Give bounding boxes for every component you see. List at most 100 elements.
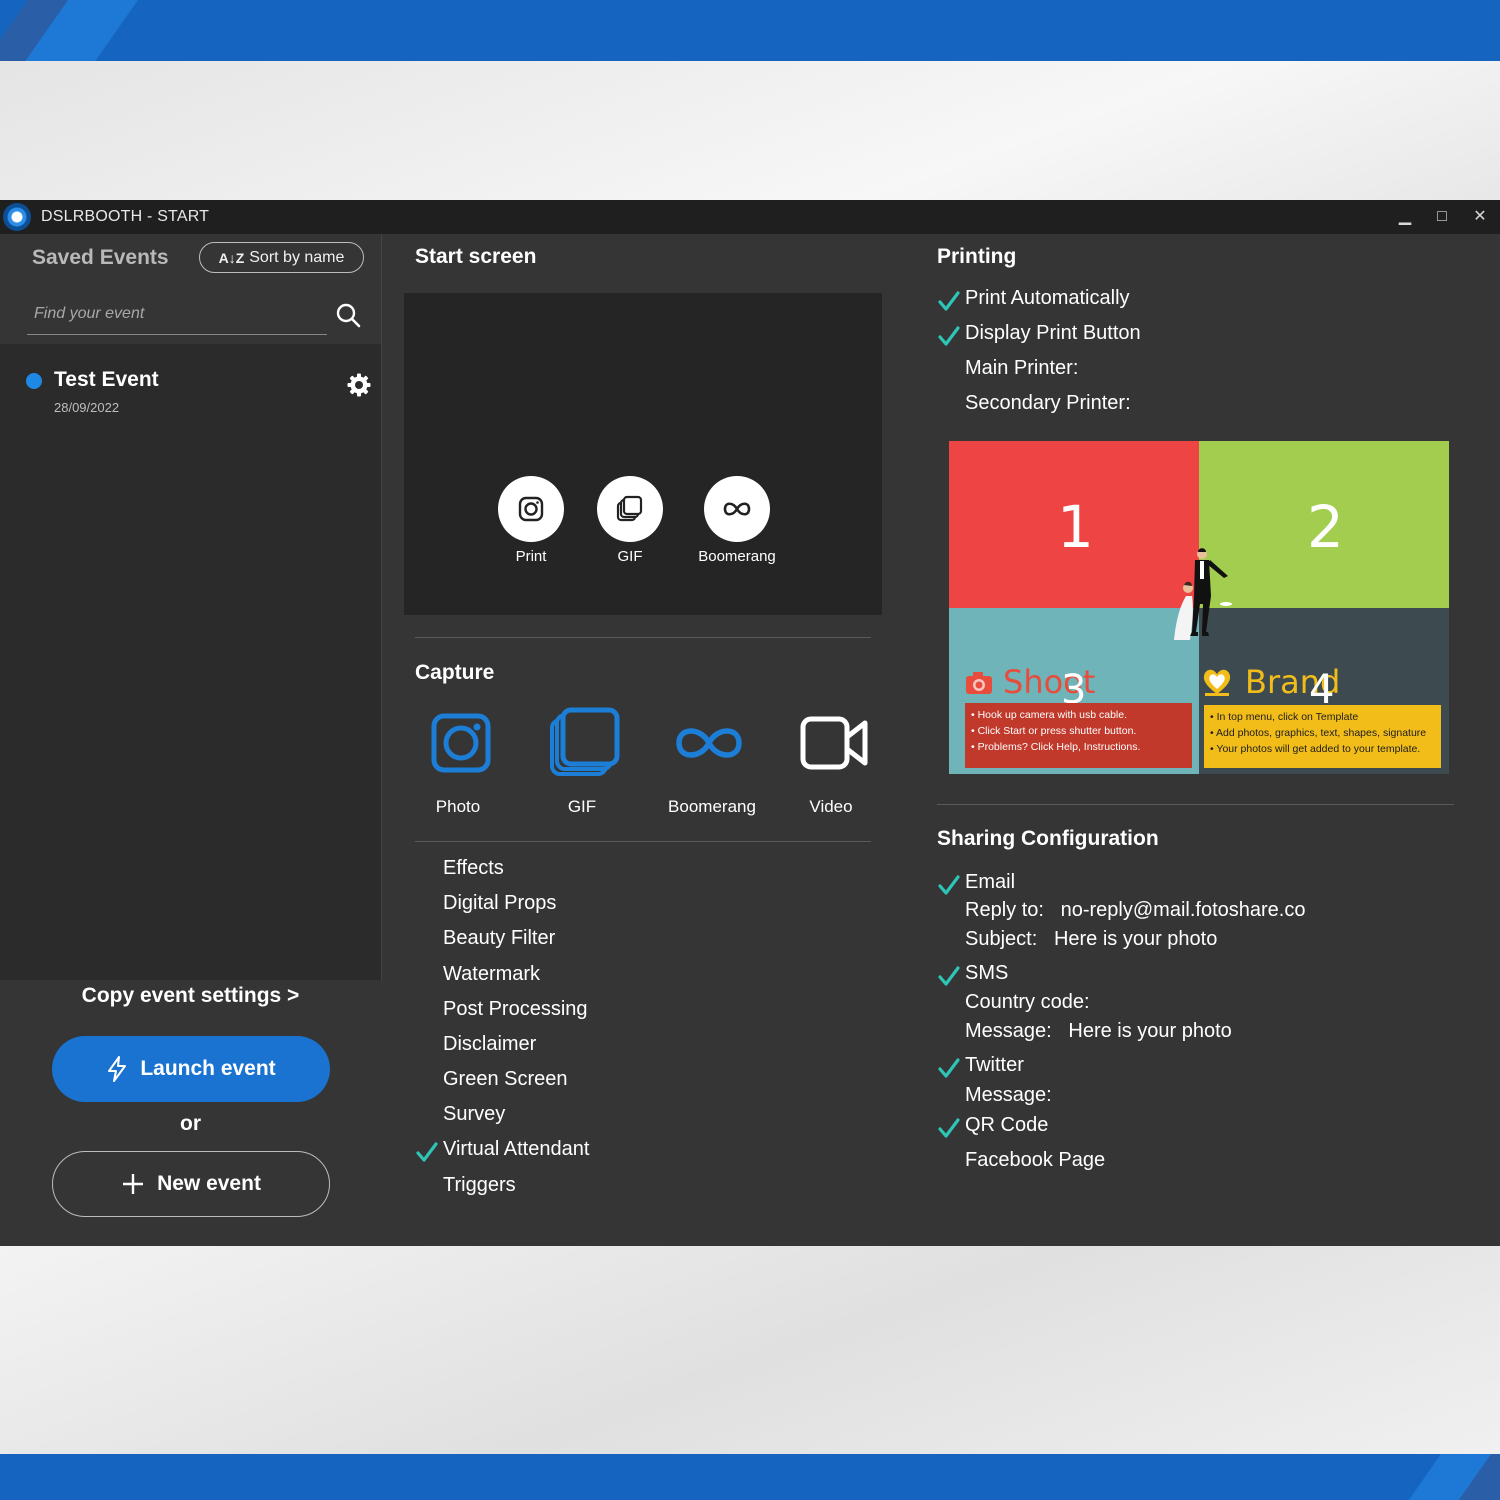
event-name[interactable]: Test Event bbox=[54, 368, 159, 392]
note-line: • Click Start or press shutter button. bbox=[971, 725, 1137, 737]
note-line: • In top menu, click on Template bbox=[1210, 711, 1359, 723]
heart-icon bbox=[1203, 669, 1231, 696]
subject-value: Here is your photo bbox=[1053, 928, 1218, 950]
minimize-button[interactable]: ▁ bbox=[1391, 205, 1419, 229]
check-icon bbox=[938, 875, 960, 895]
new-event-label: New event bbox=[157, 1172, 261, 1195]
event-search-box bbox=[27, 294, 327, 335]
sms-message-value: Here is your photo bbox=[1068, 1020, 1232, 1042]
note-text: Problems? Click Help, Instructions. bbox=[977, 741, 1141, 753]
start-screen-heading: Start screen bbox=[415, 245, 537, 268]
check-icon bbox=[938, 1058, 960, 1078]
capture-boomerang-icon[interactable] bbox=[673, 707, 745, 779]
capture-video-icon[interactable] bbox=[798, 707, 870, 779]
camera-icon bbox=[966, 672, 992, 694]
check-icon bbox=[938, 326, 960, 346]
option-survey[interactable]: Survey bbox=[443, 1103, 505, 1126]
note-text: Hook up camera with usb cable. bbox=[977, 709, 1128, 721]
infinity-icon bbox=[723, 502, 751, 516]
launch-event-button[interactable]: Launch event bbox=[52, 1036, 330, 1102]
plus-icon bbox=[123, 1174, 144, 1194]
sort-az-icon: A↓Z bbox=[218, 249, 245, 266]
app-logo-icon bbox=[3, 203, 31, 231]
section-divider bbox=[415, 637, 871, 638]
display-print-button-option[interactable]: Display Print Button bbox=[965, 322, 1141, 345]
note-line: • Hook up camera with usb cable. bbox=[971, 709, 1128, 721]
new-event-button[interactable]: New event bbox=[52, 1151, 330, 1217]
capture-photo-icon[interactable] bbox=[425, 707, 497, 779]
email-option[interactable]: Email bbox=[965, 871, 1015, 894]
option-digital-props[interactable]: Digital Props bbox=[443, 892, 556, 915]
or-separator: or bbox=[180, 1112, 201, 1135]
camera-icon bbox=[518, 496, 544, 522]
event-date: 28/09/2022 bbox=[54, 400, 120, 415]
check-icon bbox=[938, 291, 960, 311]
start-screen-preview[interactable]: Print GIF Boomerang bbox=[404, 293, 882, 615]
reply-to-row: Reply to: no-reply@mail.fotoshare.co bbox=[965, 899, 1305, 922]
subject-row: Subject: Here is your photo bbox=[965, 928, 1217, 951]
note-text: Click Start or press shutter button. bbox=[977, 725, 1137, 737]
printing-heading: Printing bbox=[937, 245, 1017, 268]
option-virtual-attendant[interactable]: Virtual Attendant bbox=[443, 1138, 589, 1161]
close-button[interactable]: ✕ bbox=[1466, 205, 1494, 229]
qr-code-option[interactable]: QR Code bbox=[965, 1114, 1048, 1137]
sms-message-row: Message: Here is your photo bbox=[965, 1020, 1232, 1043]
section-divider bbox=[415, 841, 871, 842]
start-gif-button[interactable] bbox=[597, 476, 663, 542]
reply-to-value: no-reply@mail.fotoshare.co bbox=[1060, 899, 1306, 921]
facebook-page-option[interactable]: Facebook Page bbox=[965, 1149, 1105, 1172]
app-window: DSLRBOOTH - START ▁ □ ✕ Saved Events A↓Z… bbox=[0, 200, 1500, 1246]
check-icon bbox=[938, 966, 960, 986]
capture-video-label: Video bbox=[809, 797, 853, 816]
note-line: • Problems? Click Help, Instructions. bbox=[971, 741, 1141, 753]
note-text: Your photos will get added to your templ… bbox=[1216, 743, 1421, 755]
capture-gif-icon[interactable] bbox=[549, 707, 621, 779]
gif-stack-icon bbox=[616, 495, 643, 522]
note-line: • Your photos will get added to your tem… bbox=[1210, 743, 1421, 755]
country-code-label: Country code: bbox=[965, 991, 1090, 1013]
twitter-option[interactable]: Twitter bbox=[965, 1054, 1024, 1077]
window-title: DSLRBOOTH - START bbox=[41, 208, 210, 225]
capture-heading: Capture bbox=[415, 661, 495, 684]
sms-option[interactable]: SMS bbox=[965, 962, 1008, 985]
copy-event-settings-link[interactable]: Copy event settings > bbox=[0, 984, 381, 1008]
event-list bbox=[0, 344, 382, 980]
option-green-screen[interactable]: Green Screen bbox=[443, 1068, 568, 1091]
top-banner bbox=[0, 0, 1500, 61]
capture-photo-label: Photo bbox=[435, 797, 481, 816]
option-post-processing[interactable]: Post Processing bbox=[443, 998, 588, 1021]
search-input[interactable] bbox=[32, 300, 316, 328]
main-printer-label[interactable]: Main Printer: bbox=[965, 357, 1078, 380]
capture-gif-label: GIF bbox=[567, 797, 597, 816]
option-disclaimer[interactable]: Disclaimer bbox=[443, 1033, 536, 1056]
option-effects[interactable]: Effects bbox=[443, 857, 504, 880]
template-shoot-notes: • Hook up camera with usb cable. • Click… bbox=[965, 703, 1192, 768]
lightning-icon bbox=[108, 1056, 127, 1082]
saved-events-heading: Saved Events bbox=[32, 246, 169, 269]
start-boomerang-label: Boomerang bbox=[698, 548, 776, 565]
option-watermark[interactable]: Watermark bbox=[443, 963, 540, 986]
sort-label: Sort by name bbox=[249, 248, 345, 266]
subject-label: Subject: bbox=[965, 928, 1038, 950]
couple-illustration bbox=[1174, 548, 1232, 640]
search-icon[interactable] bbox=[335, 302, 361, 328]
template-number-1: 1 bbox=[1057, 493, 1094, 561]
capture-boomerang-label: Boomerang bbox=[668, 797, 756, 816]
check-icon bbox=[416, 1142, 438, 1162]
option-beauty-filter[interactable]: Beauty Filter bbox=[443, 927, 555, 950]
title-bar: DSLRBOOTH - START ▁ □ ✕ bbox=[0, 200, 1500, 234]
start-print-button[interactable] bbox=[498, 476, 564, 542]
start-gif-label: GIF bbox=[617, 548, 643, 565]
sms-message-label: Message: bbox=[965, 1020, 1052, 1042]
print-template-preview[interactable]: 1 2 Shoot 3 • Hook up camera with usb ca bbox=[949, 441, 1449, 774]
gear-icon[interactable] bbox=[346, 372, 372, 398]
sort-by-name-button[interactable]: A↓Z Sort by name bbox=[199, 242, 364, 273]
start-boomerang-button[interactable] bbox=[704, 476, 770, 542]
sidebar-divider bbox=[381, 234, 382, 980]
option-triggers[interactable]: Triggers bbox=[443, 1174, 516, 1197]
print-automatically-option[interactable]: Print Automatically bbox=[965, 287, 1130, 310]
secondary-printer-label[interactable]: Secondary Printer: bbox=[965, 392, 1131, 415]
maximize-button[interactable]: □ bbox=[1428, 205, 1456, 229]
check-icon bbox=[938, 1118, 960, 1138]
reply-to-label: Reply to: bbox=[965, 899, 1044, 921]
